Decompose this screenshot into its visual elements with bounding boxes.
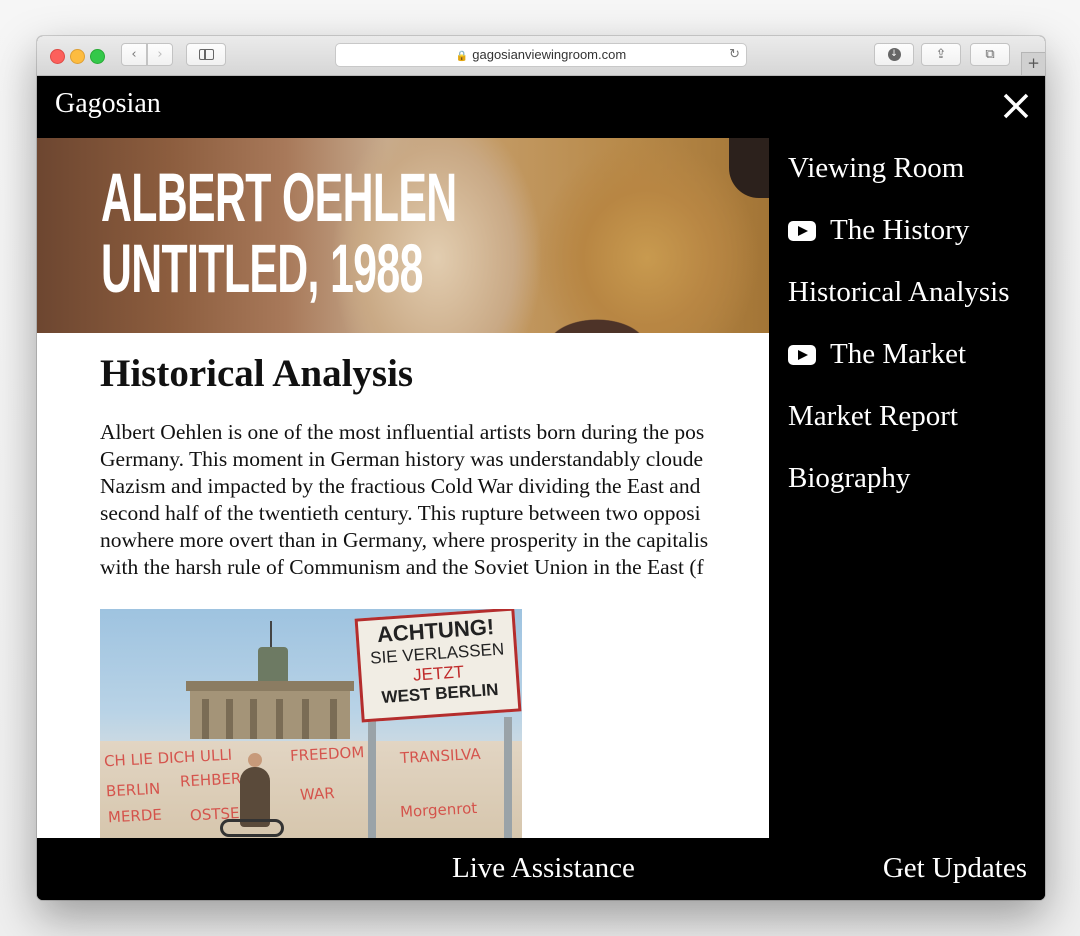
quadriga-statue <box>258 647 288 683</box>
hero-banner: ALBERT OEHLEN UNTITLED, 1988 <box>37 138 769 333</box>
get-updates-link[interactable]: Get Updates <box>883 852 1027 885</box>
article-content: Historical Analysis Albert Oehlen is one… <box>37 333 769 838</box>
lock-icon: 🔒 <box>455 51 469 62</box>
bicycle <box>220 819 284 837</box>
chevron-left-icon[interactable]: ‹ <box>121 43 147 66</box>
menu-item-label: Biography <box>788 462 911 494</box>
download-button[interactable]: ↓ <box>874 43 914 66</box>
menu-item-label: Viewing Room <box>788 152 965 184</box>
tabs-icon[interactable]: ⧉ <box>970 43 1010 66</box>
site-header: Gagosian <box>37 76 1045 137</box>
menu-item-label: The Market <box>830 338 967 370</box>
side-menu: Viewing Room The History Historical Anal… <box>769 138 1045 838</box>
reload-icon[interactable]: ↻ <box>729 44 740 66</box>
paragraph-line: with the harsh rule of Communism and the… <box>100 555 704 579</box>
plus-icon[interactable]: + <box>1021 52 1045 75</box>
site-logo[interactable]: Gagosian <box>55 88 161 120</box>
brandenburg-gate <box>186 681 354 739</box>
section-heading: Historical Analysis <box>100 352 414 395</box>
browser-toolbar: ‹ › 🔒 gagosianviewingroom.com ↻ ↓ ⇪ ⧉ + <box>37 36 1045 76</box>
chevron-right-icon[interactable]: › <box>147 43 173 66</box>
hero-title-line-2: UNTITLED, 1988 <box>101 230 423 307</box>
zoom-window-button[interactable] <box>90 49 105 64</box>
web-page: Gagosian ALBERT OEHLEN UNTITLED, 1988 Hi… <box>37 76 1045 900</box>
menu-item-the-history[interactable]: The History <box>788 214 969 247</box>
paragraph-line: Albert Oehlen is one of the most influen… <box>100 420 705 444</box>
sign-post <box>368 717 376 838</box>
share-icon[interactable]: ⇪ <box>921 43 961 66</box>
minimize-window-button[interactable] <box>70 49 85 64</box>
live-assistance-link[interactable]: Live Assistance <box>452 852 635 885</box>
menu-item-label: Historical Analysis <box>788 276 1010 308</box>
paragraph-line: Nazism and impacted by the fractious Col… <box>100 474 701 498</box>
menu-item-the-market[interactable]: The Market <box>788 338 966 371</box>
sign-post <box>504 717 512 838</box>
sidebar-icon <box>199 49 214 60</box>
menu-item-viewing-room[interactable]: Viewing Room <box>788 152 964 185</box>
menu-item-historical-analysis[interactable]: Historical Analysis <box>788 276 1010 309</box>
youtube-play-icon <box>788 344 816 365</box>
youtube-play-icon <box>788 220 816 241</box>
site-footer: Live Assistance Get Updates <box>37 838 1045 900</box>
hero-title-line-1: ALBERT OEHLEN <box>101 159 457 236</box>
paragraph-line: nowhere more overt than in Germany, wher… <box>100 528 709 552</box>
menu-item-market-report[interactable]: Market Report <box>788 400 958 433</box>
cyclist <box>240 753 270 827</box>
berlin-wall-photo: CH LIE DICH ULLI FREEDOM TRANSILVA BERLI… <box>100 609 522 838</box>
close-icon[interactable] <box>1001 91 1031 121</box>
browser-window: ‹ › 🔒 gagosianviewingroom.com ↻ ↓ ⇪ ⧉ + G… <box>37 36 1045 900</box>
achtung-sign: ACHTUNG! SIE VERLASSEN JETZT WEST BERLIN <box>354 609 522 723</box>
paragraph-line: second half of the twentieth century. Th… <box>100 501 701 525</box>
article-paragraph: Albert Oehlen is one of the most influen… <box>100 419 769 581</box>
url-text: gagosianviewingroom.com <box>472 47 627 62</box>
menu-item-label: The History <box>830 214 970 246</box>
hero-artwork-detail <box>729 138 769 198</box>
sidebar-toggle-button[interactable] <box>186 43 226 66</box>
menu-item-biography[interactable]: Biography <box>788 462 910 495</box>
close-window-button[interactable] <box>50 49 65 64</box>
address-bar[interactable]: 🔒 gagosianviewingroom.com ↻ <box>335 43 747 67</box>
berlin-wall: CH LIE DICH ULLI FREEDOM TRANSILVA BERLI… <box>100 741 522 838</box>
hero-title: ALBERT OEHLEN UNTITLED, 1988 <box>101 162 457 304</box>
menu-item-label: Market Report <box>788 400 958 432</box>
paragraph-line: Germany. This moment in German history w… <box>100 447 704 471</box>
download-icon: ↓ <box>887 48 901 61</box>
